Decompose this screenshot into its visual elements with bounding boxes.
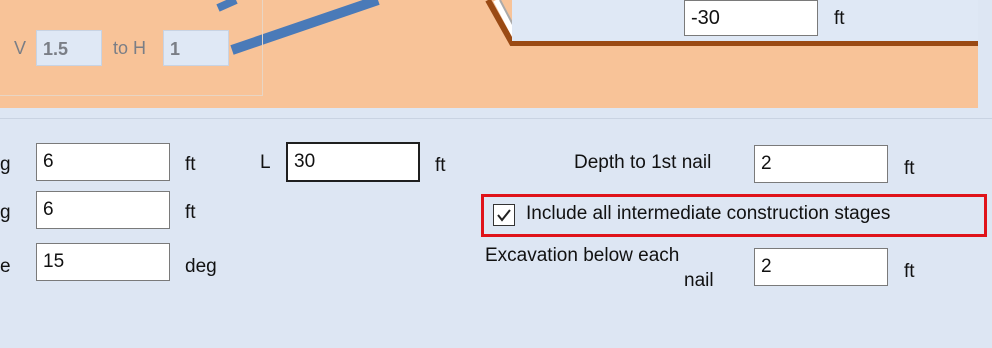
slope-v-input[interactable]: 1.5 bbox=[36, 30, 102, 66]
length-label: L bbox=[260, 152, 271, 173]
row1-unit: ft bbox=[185, 154, 196, 175]
excavation-unit: ft bbox=[904, 261, 915, 282]
depth-value-input[interactable] bbox=[684, 0, 818, 36]
depth-first-nail-unit: ft bbox=[904, 158, 915, 179]
slope-v-label: V bbox=[14, 38, 27, 58]
include-stages-checkbox[interactable] bbox=[493, 204, 515, 226]
row3-unit: deg bbox=[185, 256, 217, 277]
divider bbox=[0, 118, 992, 119]
row3-input[interactable] bbox=[36, 243, 170, 281]
row2-label: g bbox=[0, 202, 11, 223]
row3-label: e bbox=[0, 256, 11, 277]
length-input[interactable] bbox=[286, 142, 420, 182]
row2-unit: ft bbox=[185, 202, 196, 223]
excavation-label-line1: Excavation below each bbox=[485, 245, 680, 266]
include-stages-label[interactable]: Include all intermediate construction st… bbox=[526, 203, 890, 225]
depth-first-nail-label: Depth to 1st nail bbox=[574, 152, 712, 173]
row1-label: g bbox=[0, 154, 11, 175]
length-unit: ft bbox=[435, 155, 446, 176]
slope-diagram: V 1.5 to H 1 ft bbox=[0, 0, 978, 108]
depth-unit: ft bbox=[834, 8, 845, 29]
excavation-label-line2: nail bbox=[684, 270, 714, 291]
depth-first-nail-input[interactable] bbox=[754, 145, 888, 183]
row1-input[interactable] bbox=[36, 143, 170, 181]
row2-input[interactable] bbox=[36, 191, 170, 229]
excavation-input[interactable] bbox=[754, 248, 888, 286]
slope-h-input[interactable]: 1 bbox=[163, 30, 229, 66]
slope-to-h-label: to H bbox=[113, 38, 147, 58]
checkmark-icon bbox=[497, 209, 511, 222]
